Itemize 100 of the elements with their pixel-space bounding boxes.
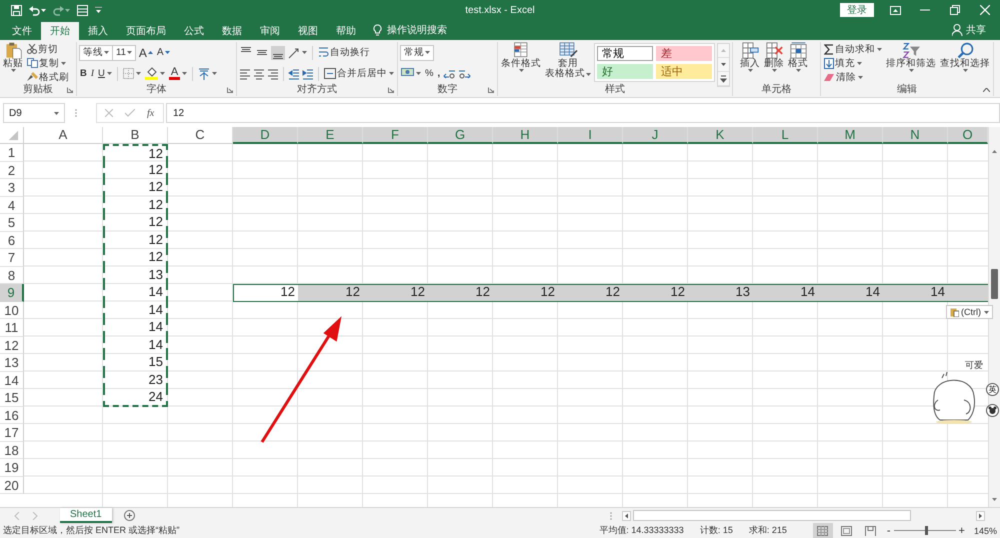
cut-button[interactable]: 剪切 (26, 42, 70, 56)
delete-button[interactable]: 删除 (763, 42, 785, 72)
column-header[interactable]: A (24, 127, 103, 144)
caret-icon[interactable] (858, 76, 863, 78)
row-header[interactable]: 2 (0, 162, 24, 179)
align-left-icon[interactable] (239, 68, 251, 80)
minimize-icon[interactable] (920, 9, 930, 11)
row-header[interactable]: 14 (0, 372, 24, 389)
lightbulb-icon[interactable] (373, 24, 382, 36)
decrease-decimal-icon[interactable] (458, 68, 472, 79)
paste-button[interactable]: 粘贴 (2, 42, 24, 72)
dialog-launcher-icon[interactable] (388, 87, 394, 93)
find-select-button[interactable]: 查找和选择 (939, 42, 991, 72)
ime-mode-button[interactable]: 英 (986, 383, 999, 396)
zoom-in-button[interactable]: + (958, 524, 965, 536)
customize-icon[interactable] (95, 7, 102, 13)
align-center-icon[interactable] (253, 68, 265, 80)
save-icon[interactable] (11, 4, 22, 16)
caret-icon[interactable] (772, 69, 777, 72)
caret-icon[interactable] (748, 69, 753, 72)
row-header[interactable]: 10 (0, 302, 24, 319)
increase-decimal-icon[interactable] (443, 68, 456, 79)
column-header[interactable]: E (298, 127, 363, 144)
row-header[interactable]: 17 (0, 424, 24, 442)
insert-function-button[interactable]: fx (147, 108, 154, 118)
column-header[interactable]: K (688, 127, 753, 144)
login-button[interactable]: 登录 (840, 3, 874, 17)
slider-thumb[interactable] (925, 526, 928, 535)
percent-button[interactable]: % (424, 66, 434, 82)
formula-field[interactable]: 12 (166, 103, 1000, 123)
row-header[interactable]: 12 (0, 336, 24, 354)
insert-button[interactable]: 插入 (739, 42, 761, 72)
column-header[interactable]: J (623, 127, 688, 144)
caret-icon[interactable] (796, 69, 801, 72)
caret-icon[interactable] (302, 51, 307, 54)
caret-icon[interactable] (389, 72, 394, 75)
caret-icon[interactable] (54, 112, 59, 114)
caret-icon[interactable] (909, 69, 914, 72)
row-header[interactable]: 20 (0, 476, 24, 494)
row-header[interactable]: 19 (0, 459, 24, 476)
row-header[interactable]: 6 (0, 232, 24, 249)
caret-icon[interactable] (11, 69, 16, 72)
column-header[interactable]: H (493, 127, 558, 144)
borders-button[interactable] (122, 66, 142, 82)
caret-icon[interactable] (136, 72, 141, 75)
row-header[interactable]: 16 (0, 406, 24, 424)
caret-icon[interactable] (984, 310, 989, 314)
vertical-align-button[interactable] (271, 46, 285, 60)
ribbon-tab[interactable]: 审阅 (251, 22, 289, 40)
close-icon[interactable] (980, 5, 990, 15)
zoom-out-button[interactable]: - (886, 524, 891, 536)
shrink-font-button[interactable]: A (156, 44, 171, 60)
row-header[interactable]: 13 (0, 354, 24, 372)
row-header[interactable]: 18 (0, 442, 24, 459)
conditional-format-button[interactable]: 条件格式 (500, 42, 542, 72)
dialog-launcher-icon[interactable] (67, 87, 73, 93)
column-header[interactable]: L (753, 127, 818, 144)
copy-icon[interactable] (27, 58, 38, 68)
column-header[interactable]: N (883, 127, 948, 144)
ribbon-tab[interactable]: 公式 (175, 22, 213, 40)
paste-options-button[interactable]: (Ctrl) (946, 305, 993, 319)
scissors-icon[interactable] (27, 44, 37, 54)
column-header[interactable]: B (103, 127, 168, 144)
caret-icon[interactable] (104, 51, 109, 54)
italic-button[interactable]: I (90, 66, 96, 82)
share-button[interactable]: 共享 (966, 23, 986, 37)
ribbon-tab[interactable]: 数据 (213, 22, 251, 40)
dialog-launcher-icon[interactable] (227, 87, 233, 93)
autosum-button[interactable]: 自动求和 (823, 42, 883, 56)
caret-icon[interactable] (416, 72, 421, 75)
caret-icon[interactable] (877, 48, 882, 50)
caret-icon[interactable] (106, 72, 112, 75)
clear-button[interactable]: 清除 (823, 70, 883, 84)
column-header[interactable]: F (363, 127, 428, 144)
font-size-field[interactable]: 11 (112, 44, 136, 60)
ribbon-tab[interactable]: 开始 (41, 22, 79, 40)
copy-button[interactable]: 复制 (26, 56, 70, 70)
align-right-icon[interactable] (267, 68, 279, 80)
name-box[interactable]: D9 (3, 103, 65, 123)
mascot-icon[interactable] (986, 404, 999, 417)
row-header[interactable]: 3 (0, 179, 24, 196)
ribbon-tab[interactable]: 插入 (79, 22, 117, 40)
column-header[interactable]: D (233, 127, 298, 144)
scroll-left-icon[interactable] (622, 510, 631, 520)
format-painter-button[interactable]: 格式刷 (26, 70, 70, 84)
restore-icon[interactable] (950, 5, 960, 15)
decrease-indent-icon[interactable] (288, 68, 300, 80)
redo-icon[interactable] (53, 4, 64, 16)
view-button[interactable] (812, 523, 833, 538)
row-header[interactable]: 5 (0, 214, 24, 232)
ribbon-tab[interactable]: 文件 (3, 22, 41, 40)
grow-font-button[interactable]: A (138, 44, 154, 60)
font-name-field[interactable]: 等线 (79, 44, 113, 60)
caret-icon[interactable] (126, 51, 132, 54)
scroll-thumb[interactable] (991, 269, 998, 299)
number-format-field[interactable]: 常规 (400, 44, 434, 60)
cell-style[interactable]: 适中 (656, 64, 712, 79)
person-icon[interactable] (952, 24, 963, 36)
cell-style[interactable]: 差 (656, 46, 712, 61)
row-header[interactable]: 15 (0, 389, 24, 406)
